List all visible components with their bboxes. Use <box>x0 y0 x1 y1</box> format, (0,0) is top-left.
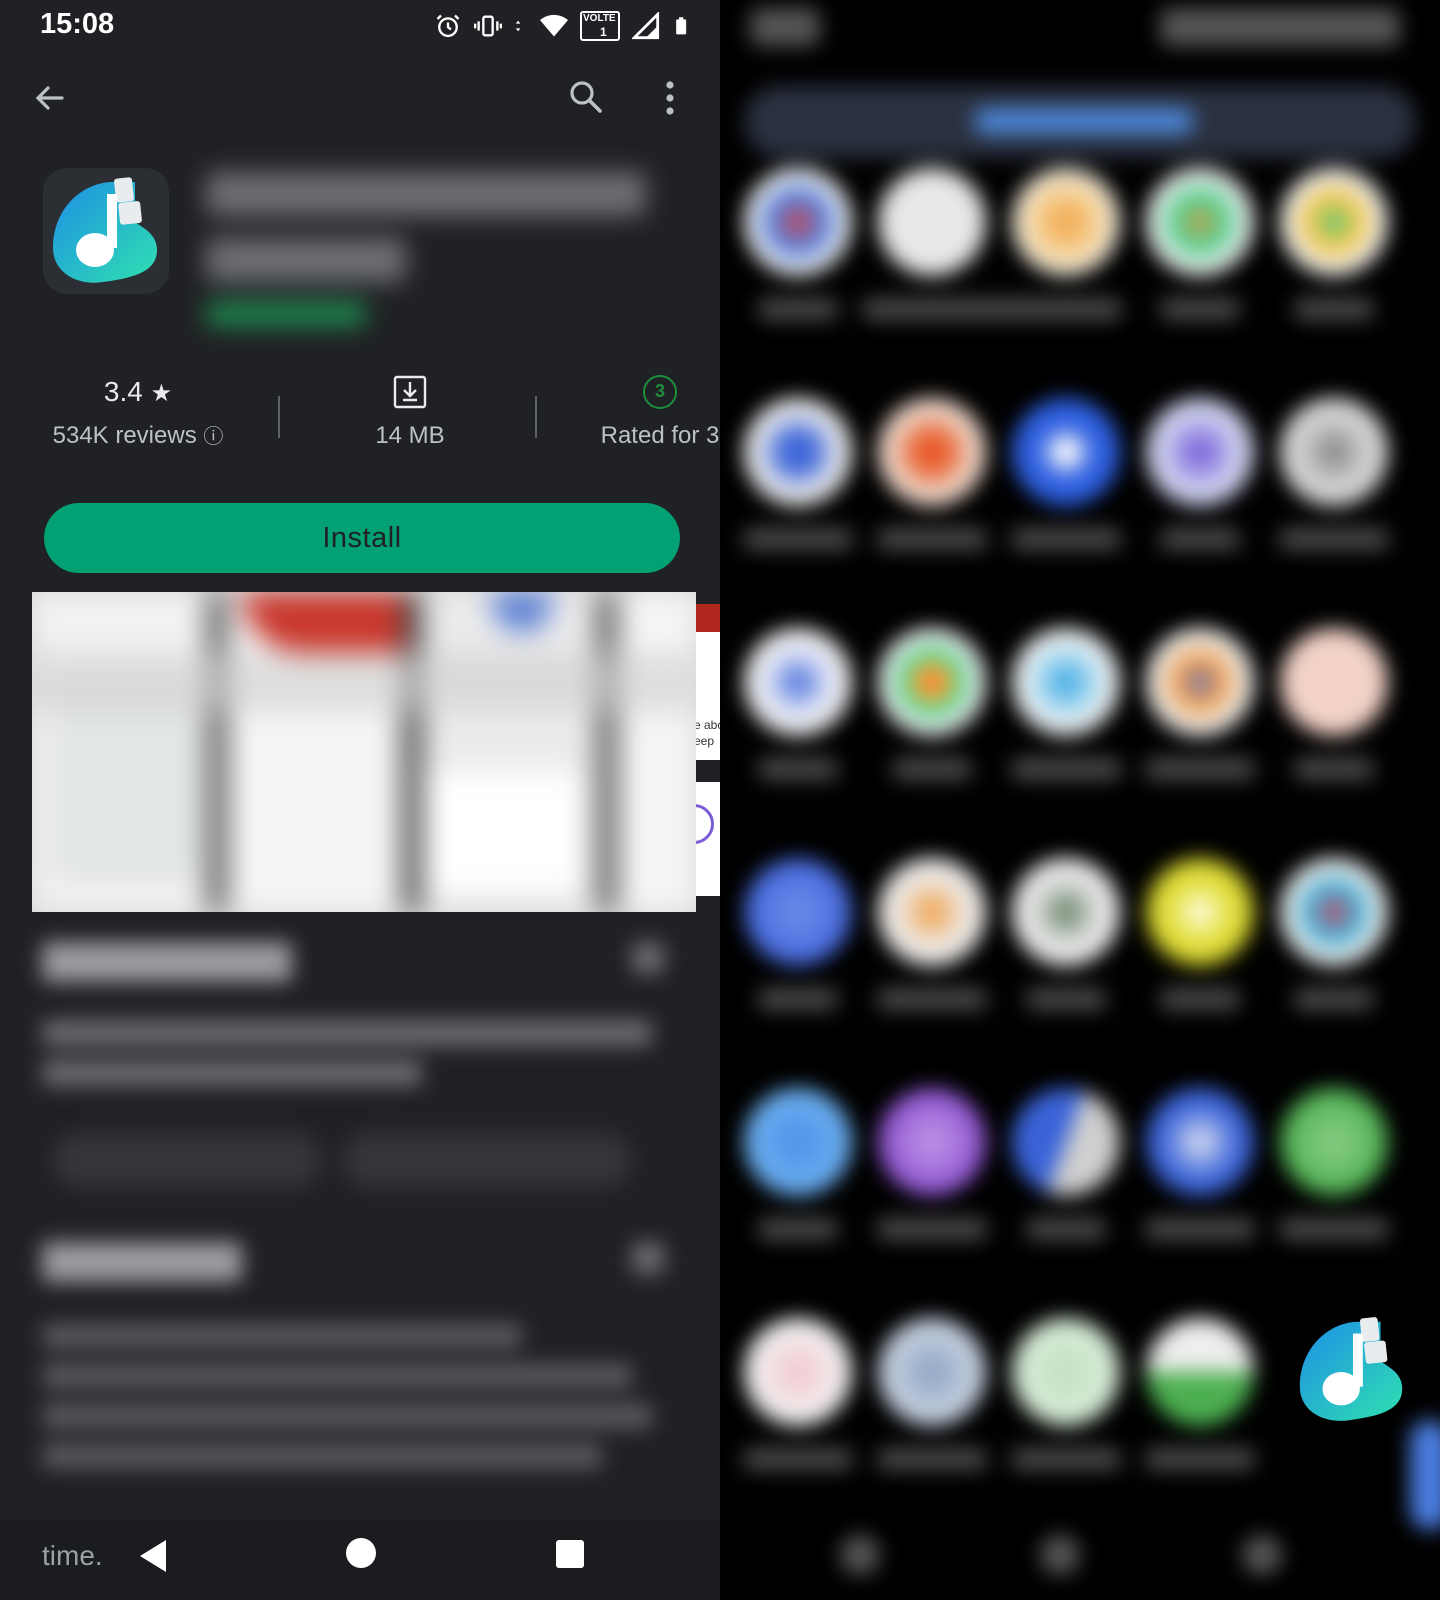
peek-text: time. <box>42 1540 103 1571</box>
content-rating-text: Rated for 3 <box>600 422 720 449</box>
search-icon[interactable] <box>560 72 612 124</box>
app-title-redacted <box>196 162 666 342</box>
navigation-bar: time. <box>0 1520 720 1600</box>
nav-back-icon[interactable] <box>136 1536 172 1576</box>
screenshot-peek: e abo eep <box>696 604 720 760</box>
nav-recents-icon[interactable] <box>556 1540 584 1568</box>
peek-text-2: eep <box>696 734 715 748</box>
stats-divider <box>535 396 537 438</box>
app-stats: 3.4 ★ 534K reviews ⓘ 14 MB 3 Rated for 3 <box>0 372 720 462</box>
volte-icon: VOLTE 1 <box>580 11 620 41</box>
info-icon: ⓘ <box>203 426 224 448</box>
alarm-icon <box>436 14 460 38</box>
data-arrows-icon <box>515 20 521 32</box>
star-icon: ★ <box>150 380 173 407</box>
nav-home-icon[interactable] <box>346 1538 376 1568</box>
install-button[interactable]: Install <box>44 503 680 573</box>
wifi-icon <box>540 14 568 37</box>
volte-sim-label: 1 <box>600 25 607 39</box>
rating-stat[interactable]: 3.4 ★ 534K reviews ⓘ <box>28 372 248 462</box>
dragged-app-icon[interactable] <box>1290 1308 1414 1432</box>
signal-icon <box>632 12 660 40</box>
status-bar: 15:08 VOLTE 1 <box>0 0 720 52</box>
size-value: 14 MB <box>375 422 445 449</box>
status-icons: VOLTE 1 <box>434 6 692 46</box>
more-vert-icon[interactable] <box>644 72 696 124</box>
app-bar <box>0 62 720 132</box>
rating-value: 3.4 <box>103 376 143 407</box>
download-icon <box>393 375 427 409</box>
volte-label: VOLTE <box>583 13 616 24</box>
content-rating-stat[interactable]: 3 Rated for 3 <box>560 372 720 462</box>
content-rating-badge: 3 <box>643 375 677 409</box>
back-arrow-icon[interactable] <box>24 72 76 124</box>
app-icon <box>43 168 169 294</box>
stats-divider <box>278 396 280 438</box>
music-note-app-icon <box>53 177 157 283</box>
play-store-pane: 15:08 VOLTE 1 3.4 ★ 534K reviews ⓘ 14 MB… <box>0 0 720 1600</box>
size-stat: 14 MB <box>300 372 520 462</box>
battery-icon <box>676 17 687 35</box>
peek-text-1: e abo <box>696 718 720 732</box>
vibrate-icon <box>474 15 502 37</box>
screenshot-peek <box>696 782 720 896</box>
music-note-app-icon <box>1299 1317 1403 1421</box>
reviews-count: 534K reviews <box>52 422 197 449</box>
screenshots-carousel-redacted[interactable] <box>32 592 696 912</box>
about-section-redacted <box>32 912 696 1532</box>
status-clock: 15:08 <box>40 8 115 40</box>
